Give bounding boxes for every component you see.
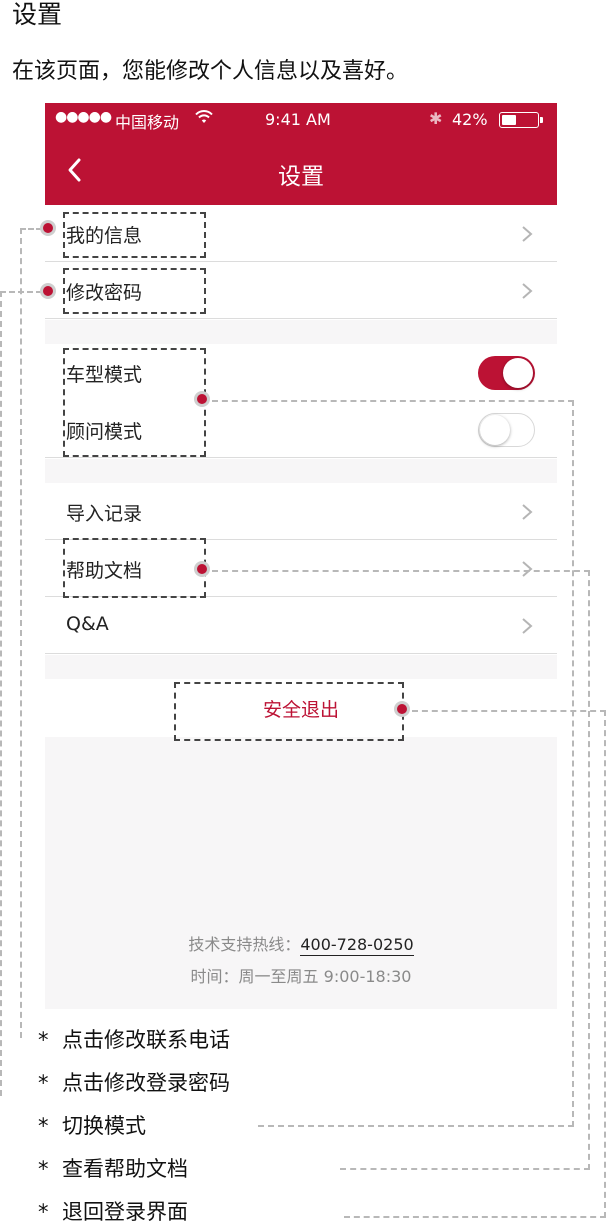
annotation-box-password (63, 268, 206, 314)
annotation-marker-4 (194, 561, 210, 577)
note-item: * 退回登录界面 (38, 1200, 188, 1224)
note-text: 退回登录界面 (62, 1200, 188, 1224)
annotation-line-5b (344, 1216, 606, 1218)
annotation-box-help (63, 538, 206, 598)
status-time: 9:41 AM (265, 110, 331, 129)
note-text: 切换模式 (62, 1114, 146, 1138)
status-bar: ●●●●● 中国移动 9:41 AM ✱ 42% (45, 103, 557, 137)
annotation-line-2 (0, 291, 42, 1096)
signal-strength-icon: ●●●●● (55, 109, 112, 125)
battery-icon (499, 112, 543, 128)
nav-bar: 设置 (45, 137, 557, 205)
annotation-marker-2 (40, 283, 56, 299)
annotation-line-5 (412, 710, 606, 1218)
annotation-marker-1 (40, 220, 56, 236)
note-item: * 点击修改登录密码 (38, 1071, 230, 1095)
chevron-right-icon (522, 283, 533, 299)
annotation-marker-5 (394, 701, 410, 717)
row-label: 导入记录 (66, 503, 143, 525)
toggle-knob (503, 358, 533, 388)
page-title: 设置 (12, 0, 63, 29)
battery-percent: 42% (452, 110, 488, 129)
annotation-box-my-info (63, 212, 206, 258)
annotation-box-modes (63, 348, 206, 457)
page-description: 在该页面，您能修改个人信息以及喜好。 (12, 59, 409, 84)
battery-fill (502, 115, 516, 125)
car-mode-toggle[interactable] (478, 356, 535, 390)
section-gap (45, 320, 557, 344)
wifi-icon (195, 110, 213, 123)
note-item: * 查看帮助文档 (38, 1157, 188, 1181)
chevron-right-icon (522, 226, 533, 242)
row-label: Q&A (66, 613, 109, 635)
note-text: 查看帮助文档 (62, 1157, 188, 1181)
note-item: * 点击修改联系电话 (38, 1028, 230, 1052)
note-text: 点击修改登录密码 (62, 1071, 230, 1095)
nav-title: 设置 (278, 164, 324, 190)
note-text: 点击修改联系电话 (62, 1028, 230, 1052)
bluetooth-icon: ✱ (429, 109, 443, 128)
carrier-name: 中国移动 (115, 113, 180, 132)
note-item: * 切换模式 (38, 1114, 146, 1138)
annotation-marker-3 (194, 391, 210, 407)
